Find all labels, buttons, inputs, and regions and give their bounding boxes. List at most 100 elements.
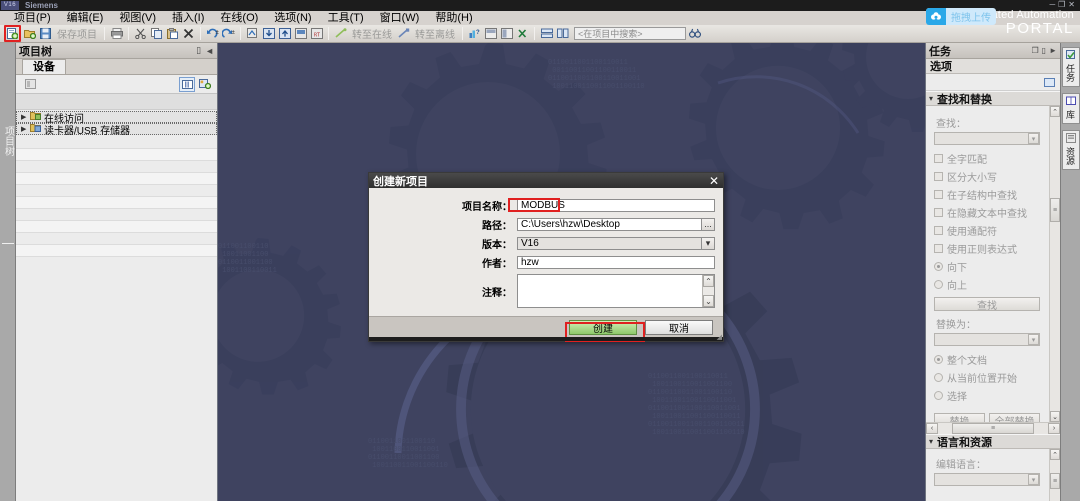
- task-panel-horizontal-scrollbar[interactable]: ‹ ≡ ›: [926, 422, 1060, 434]
- options-toggle-icon[interactable]: [1044, 77, 1055, 87]
- create-button[interactable]: 创建: [569, 319, 637, 335]
- radio-scope-whole-document[interactable]: 整个文档: [934, 352, 1040, 367]
- scroll-up-icon[interactable]: ⌃: [703, 275, 714, 287]
- chevron-down-icon[interactable]: ▾: [929, 94, 933, 103]
- scroll-right-icon[interactable]: ›: [1048, 423, 1060, 434]
- start-simulation-icon[interactable]: [293, 26, 308, 41]
- comment-textarea[interactable]: ⌃ ⌄: [517, 274, 715, 308]
- scroll-thumb[interactable]: ≡: [1050, 198, 1060, 222]
- checkbox-use-regex[interactable]: 使用正则表达式: [934, 241, 1040, 256]
- go-online-label[interactable]: 转至在线: [349, 26, 395, 41]
- download-to-device-icon[interactable]: [261, 26, 276, 41]
- chevron-down-icon[interactable]: ▾: [929, 437, 933, 446]
- search-input[interactable]: <在项目中搜索>: [574, 27, 686, 40]
- vertical-tab-tasks[interactable]: 任务: [1061, 47, 1080, 87]
- drag-upload-badge[interactable]: 拖拽上传: [926, 8, 996, 25]
- radio-scope-from-current-position[interactable]: 从当前位置开始: [934, 370, 1040, 385]
- checkbox-match-case[interactable]: 区分大小写: [934, 169, 1040, 184]
- diagnostics-icon[interactable]: ?: [467, 26, 482, 41]
- menu-item-tools[interactable]: 工具(T): [320, 11, 372, 25]
- cut-icon[interactable]: [133, 26, 148, 41]
- scroll-down-icon[interactable]: ⌄: [1050, 411, 1060, 422]
- tree-settings-icon[interactable]: [22, 77, 38, 92]
- split-editor-horizontal-icon[interactable]: [483, 26, 498, 41]
- scroll-left-icon[interactable]: ‹: [926, 423, 938, 434]
- chevron-down-icon[interactable]: ▾: [1028, 334, 1039, 345]
- section-find-and-replace[interactable]: ▾ 查找和替换: [926, 91, 1060, 106]
- open-project-icon[interactable]: [22, 26, 37, 41]
- maximize-button[interactable]: ❐: [1058, 0, 1068, 9]
- languages-vertical-scrollbar[interactable]: ⌃ ≡: [1049, 449, 1060, 501]
- scroll-up-icon[interactable]: ⌃: [1050, 106, 1060, 117]
- cancel-button[interactable]: 取消: [645, 319, 713, 335]
- scroll-track[interactable]: ≡: [938, 423, 1048, 434]
- version-select[interactable]: V16 ▾: [517, 237, 715, 250]
- checkbox-search-hidden-text[interactable]: 在隐藏文本中查找: [934, 205, 1040, 220]
- menu-item-project[interactable]: 项目(P): [6, 11, 59, 25]
- checkbox-box[interactable]: [934, 154, 943, 163]
- radio-scope-selection[interactable]: 选择: [934, 388, 1040, 403]
- menu-item-online[interactable]: 在线(O): [212, 11, 266, 25]
- checkbox-use-wildcards[interactable]: 使用通配符: [934, 223, 1040, 238]
- checkbox-box[interactable]: [934, 226, 943, 235]
- pin-icon[interactable]: ▯: [196, 45, 201, 56]
- menu-item-window[interactable]: 窗口(W): [372, 11, 428, 25]
- delete-icon[interactable]: [181, 26, 196, 41]
- checkbox-box[interactable]: [934, 208, 943, 217]
- checkbox-box[interactable]: [934, 190, 943, 199]
- tree-add-icon[interactable]: [197, 77, 213, 92]
- checkbox-box[interactable]: [934, 244, 943, 253]
- tree-item-card-reader[interactable]: ▶ 读卡器/USB 存储器: [16, 123, 217, 137]
- save-project-label[interactable]: 保存项目: [54, 26, 100, 41]
- expand-arrow-icon[interactable]: ▶: [21, 113, 30, 121]
- vertical-tab-project-tree[interactable]: 项目树: [0, 111, 16, 171]
- radio-direction-down[interactable]: 向下: [934, 259, 1040, 274]
- browse-button[interactable]: ...: [701, 218, 715, 231]
- undo-icon[interactable]: ±: [205, 26, 220, 41]
- vertical-tab-libraries[interactable]: 库: [1061, 93, 1080, 124]
- replace-button[interactable]: 替换: [934, 413, 985, 422]
- checkbox-whole-word[interactable]: 全字匹配: [934, 151, 1040, 166]
- tab-devices[interactable]: 设备: [22, 59, 66, 74]
- new-project-icon[interactable]: [4, 25, 21, 42]
- dialog-close-icon[interactable]: ✕: [709, 174, 719, 188]
- path-input[interactable]: C:\Users\hzw\Desktop ...: [517, 218, 715, 231]
- menu-item-help[interactable]: 帮助(H): [427, 11, 480, 25]
- radio-circle[interactable]: [934, 355, 943, 364]
- save-project-icon[interactable]: [38, 26, 53, 41]
- radio-circle[interactable]: [934, 262, 943, 271]
- project-name-input[interactable]: MODBUS: [517, 199, 715, 212]
- replace-all-button[interactable]: 全部替换: [989, 413, 1040, 422]
- replace-input[interactable]: ▾: [934, 333, 1040, 346]
- print-icon[interactable]: [109, 26, 124, 41]
- pin-icon[interactable]: ▯: [1042, 46, 1046, 55]
- menu-item-insert[interactable]: 插入(I): [164, 11, 212, 25]
- menu-item-options[interactable]: 选项(N): [266, 11, 319, 25]
- editing-language-select[interactable]: ▾: [934, 473, 1040, 486]
- checkbox-search-substructures[interactable]: 在子结构中查找: [934, 187, 1040, 202]
- upload-from-device-icon[interactable]: [277, 26, 292, 41]
- start-runtime-icon[interactable]: RT: [309, 26, 324, 41]
- search-binoculars-icon[interactable]: [687, 26, 702, 41]
- menu-item-view[interactable]: 视图(V): [111, 11, 164, 25]
- minimize-button[interactable]: ─: [1049, 0, 1058, 9]
- chevron-down-icon[interactable]: ▾: [1028, 474, 1039, 485]
- radio-direction-up[interactable]: 向上: [934, 277, 1040, 292]
- paste-icon[interactable]: [165, 26, 180, 41]
- menu-item-edit[interactable]: 编辑(E): [59, 11, 112, 25]
- radio-circle[interactable]: [934, 391, 943, 400]
- go-offline-label[interactable]: 转至离线: [412, 26, 458, 41]
- redo-icon[interactable]: ±: [221, 26, 236, 41]
- scroll-down-icon[interactable]: ⌄: [703, 295, 714, 307]
- radio-circle[interactable]: [934, 280, 943, 289]
- go-online-icon[interactable]: [333, 26, 348, 41]
- vertical-tab-resources[interactable]: 资源: [1061, 130, 1080, 170]
- copy-icon[interactable]: [149, 26, 164, 41]
- tile-horizontally-icon[interactable]: [539, 26, 554, 41]
- collapse-right-icon[interactable]: ►: [1049, 46, 1057, 55]
- task-panel-vertical-scrollbar[interactable]: ⌃ ≡ ⌄: [1049, 106, 1060, 422]
- scroll-up-icon[interactable]: ⌃: [1050, 449, 1060, 460]
- go-offline-icon[interactable]: [396, 26, 411, 41]
- close-editor-icon[interactable]: [515, 26, 530, 41]
- tile-vertically-icon[interactable]: [555, 26, 570, 41]
